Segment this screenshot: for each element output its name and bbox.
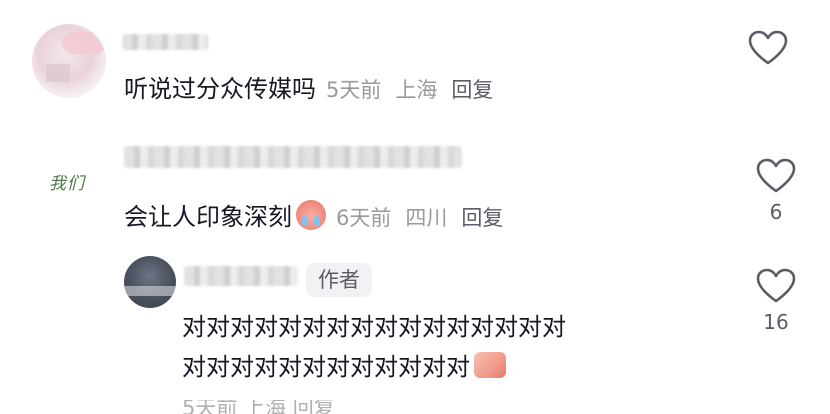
reply-button[interactable]: 回复 [451,78,493,102]
comment-time: 5天前 [326,78,382,102]
avatar-text: 我们 [49,174,85,194]
comment-text-row: 对对对对对对对对对对对对 [182,352,506,382]
comment-text: 听说过分众传媒吗 [124,75,316,103]
reply-button[interactable]: 回复 [461,206,503,230]
username-blurred[interactable] [184,266,298,286]
comment-text: 会让人印象深刻 [124,203,292,231]
heart-outline-icon [748,30,788,65]
username-blurred[interactable] [124,146,462,168]
avatar[interactable] [32,24,106,98]
like-count: 6 [769,200,783,224]
comment-text: 对对对对对对对对对对对对对对对对 [182,313,566,341]
author-badge: 作者 [306,263,372,297]
crying-face-emoji-icon [296,200,326,230]
like-button[interactable] [738,30,798,66]
comment-meta-partial: 5天前 上海 回复 [182,400,335,414]
like-button[interactable]: 6 [746,158,806,224]
heart-outline-icon [756,158,796,193]
username-blurred[interactable] [122,34,208,50]
thumbs-up-hand-emoji-icon [474,352,506,378]
avatar[interactable]: 我们 [30,160,104,208]
avatar[interactable] [124,256,176,308]
comment-text-row: 听说过分众传媒吗 5天前 上海 回复 [124,74,493,105]
comment-text: 对对对对对对对对对对对对 [182,353,470,381]
comment-location: 上海 [395,78,438,102]
comment-location: 四川 [405,206,448,230]
comment-text-row: 会让人印象深刻 6天前 四川 回复 [124,200,503,233]
like-count: 16 [763,310,789,334]
heart-outline-icon [756,268,796,303]
like-button[interactable]: 16 [746,268,806,334]
comment-time: 6天前 [336,206,392,230]
